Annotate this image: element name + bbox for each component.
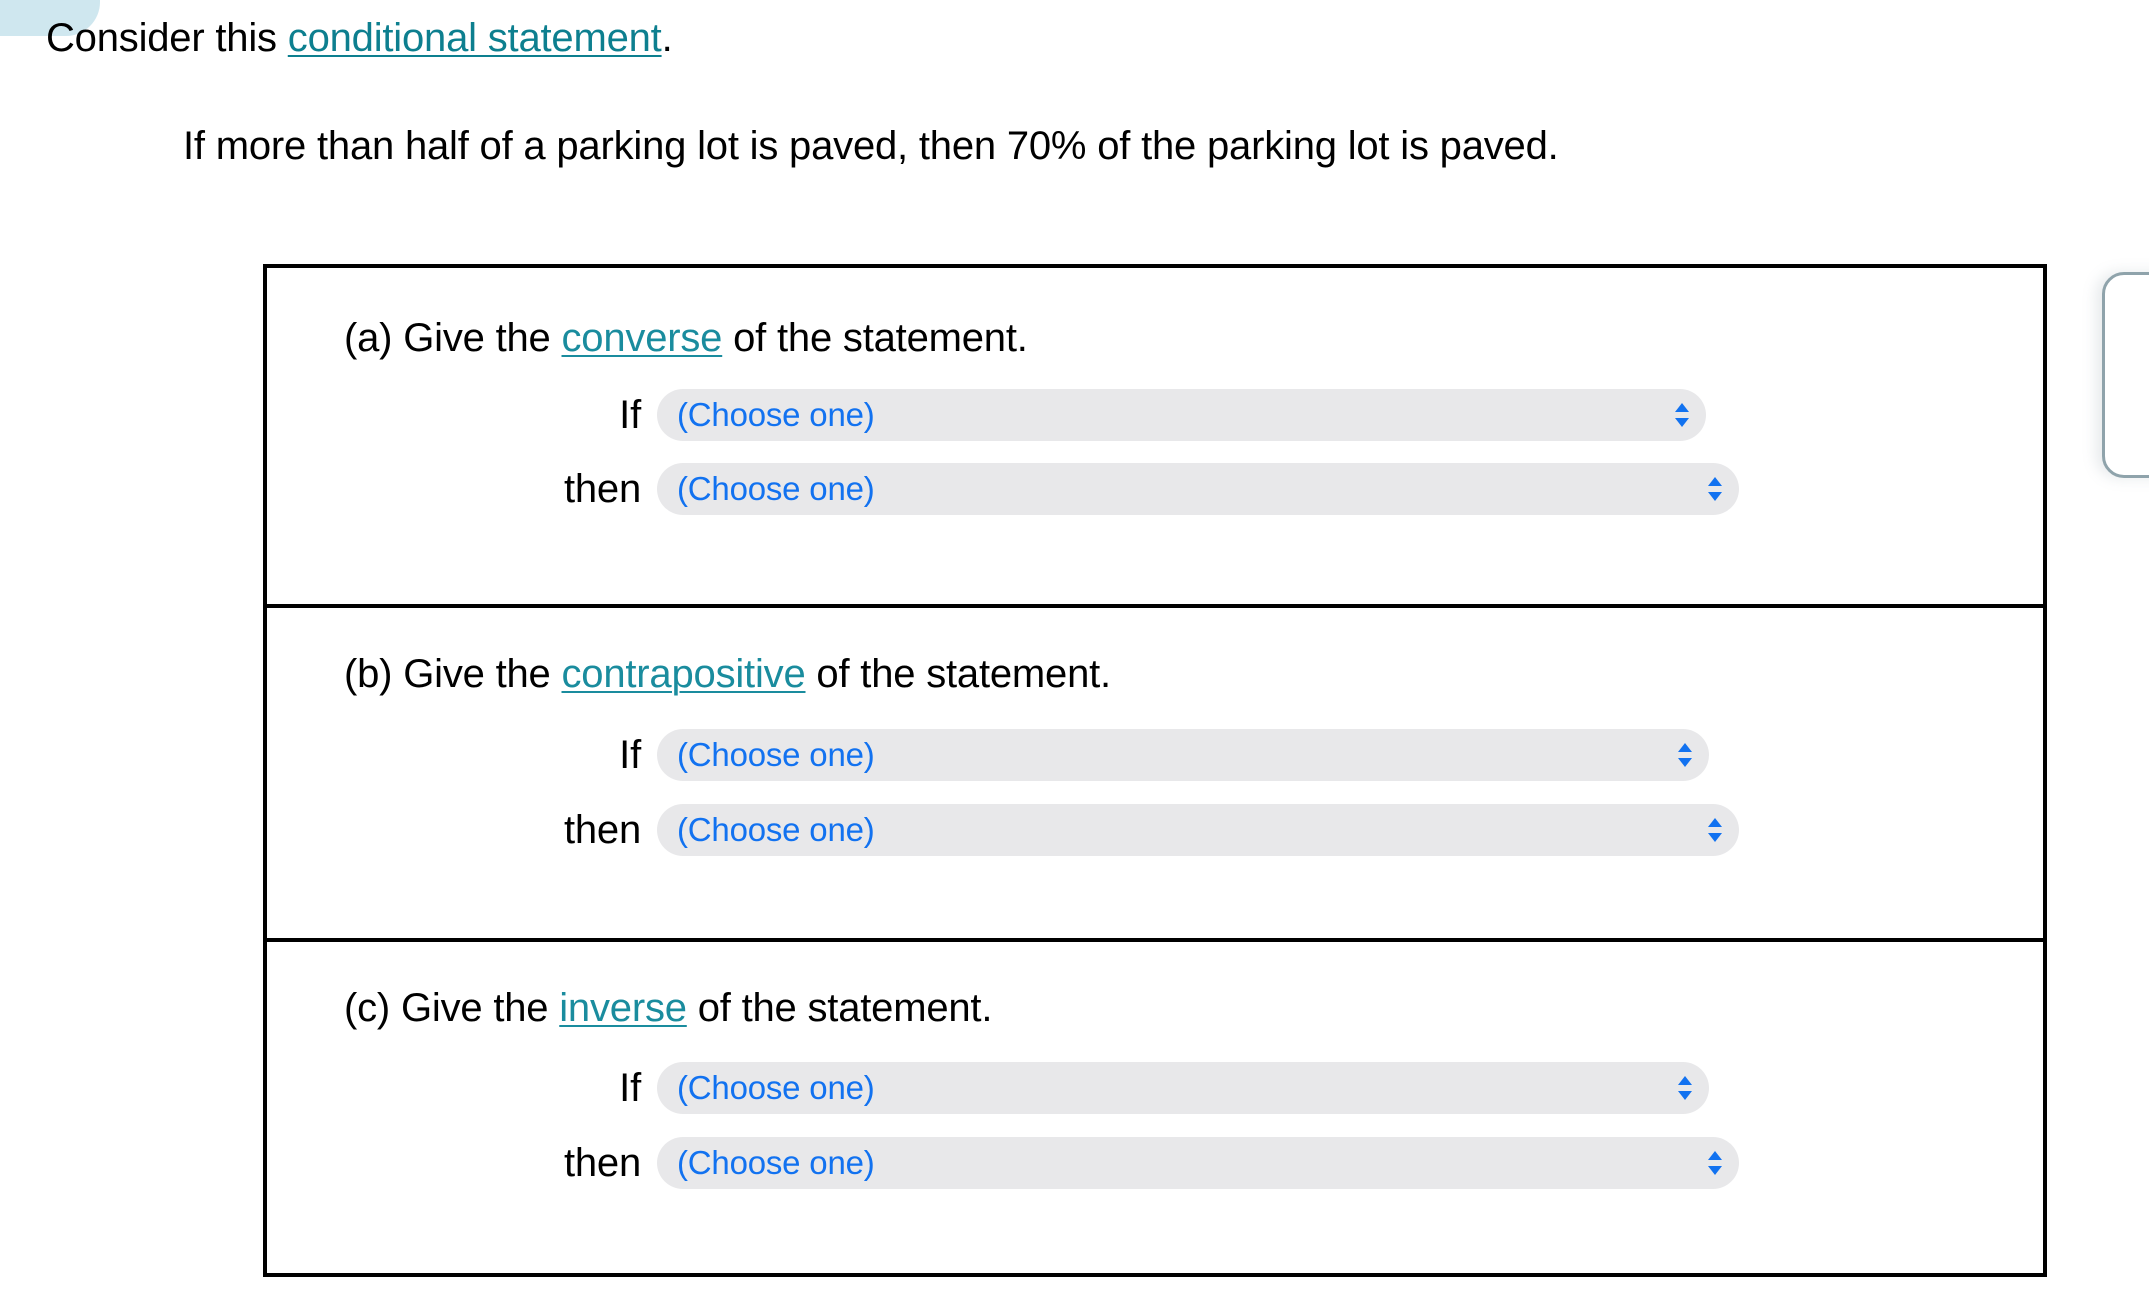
- chevron-up-down-icon: [1708, 1151, 1722, 1175]
- part-b-then-select-value: (Choose one): [677, 811, 875, 848]
- part-c-heading: (c) Give the inverse of the statement.: [344, 986, 992, 1031]
- part-b-if-select[interactable]: (Choose one): [657, 729, 1709, 781]
- conditional-statement-text: If more than half of a parking lot is pa…: [183, 124, 1559, 168]
- intro-trailing-text: .: [661, 16, 673, 60]
- part-a-heading: (a) Give the converse of the statement.: [344, 316, 1028, 361]
- part-b-if-select-value: (Choose one): [677, 736, 875, 773]
- part-b-then-select[interactable]: (Choose one): [657, 804, 1739, 856]
- intro-sentence: Consider this conditional statement.: [46, 16, 673, 61]
- part-c-marker: (c): [344, 986, 391, 1030]
- part-c-if-select-value: (Choose one): [677, 1069, 875, 1106]
- answer-box: (a) Give the converse of the statement. …: [263, 264, 2047, 1277]
- part-b-heading-after: of the statement.: [805, 652, 1111, 696]
- part-a-then-row: then (Choose one): [481, 463, 1739, 515]
- part-c-if-label: If: [619, 1065, 641, 1110]
- part-a-if-select-value: (Choose one): [677, 396, 875, 433]
- intro-lead-text: Consider this: [46, 16, 288, 60]
- question-part-b: (b) Give the contrapositive of the state…: [267, 604, 2043, 938]
- part-a-then-label: then: [563, 466, 641, 511]
- side-popup-panel[interactable]: [2102, 272, 2149, 478]
- chevron-up-down-icon: [1678, 1076, 1692, 1100]
- part-b-then-row: then (Choose one): [481, 804, 1739, 856]
- part-c-then-select-value: (Choose one): [677, 1144, 875, 1181]
- part-b-marker: (b): [344, 652, 393, 696]
- chevron-up-down-icon: [1675, 403, 1689, 427]
- part-b-heading: (b) Give the contrapositive of the state…: [344, 652, 1111, 697]
- part-b-then-label: then: [563, 807, 641, 852]
- chevron-up-down-icon: [1708, 818, 1722, 842]
- contrapositive-link[interactable]: contrapositive: [562, 652, 806, 696]
- part-c-then-select[interactable]: (Choose one): [657, 1137, 1739, 1189]
- conditional-statement-link[interactable]: conditional statement: [288, 16, 662, 60]
- question-part-c: (c) Give the inverse of the statement. I…: [267, 938, 2043, 1273]
- part-b-heading-before: Give the: [403, 652, 562, 696]
- chevron-up-down-icon: [1708, 477, 1722, 501]
- inverse-link[interactable]: inverse: [559, 986, 687, 1030]
- part-c-if-row: If (Choose one): [549, 1062, 1709, 1114]
- part-a-then-select-value: (Choose one): [677, 470, 875, 507]
- part-a-heading-after: of the statement.: [722, 316, 1028, 360]
- part-c-heading-after: of the statement.: [686, 986, 993, 1030]
- part-a-if-select[interactable]: (Choose one): [657, 389, 1706, 441]
- part-a-heading-before: Give the: [403, 316, 562, 360]
- part-b-if-label: If: [619, 732, 641, 777]
- chevron-up-down-icon: [1678, 743, 1692, 767]
- part-b-if-row: If (Choose one): [549, 729, 1709, 781]
- part-c-then-row: then (Choose one): [481, 1137, 1739, 1189]
- part-a-if-label: If: [619, 392, 641, 437]
- part-a-then-select[interactable]: (Choose one): [657, 463, 1739, 515]
- part-a-marker: (a): [344, 316, 393, 360]
- part-c-if-select[interactable]: (Choose one): [657, 1062, 1709, 1114]
- part-c-heading-before: Give the: [400, 986, 560, 1030]
- question-part-a: (a) Give the converse of the statement. …: [267, 268, 2043, 604]
- part-c-then-label: then: [563, 1140, 641, 1185]
- part-a-if-row: If (Choose one): [549, 389, 1706, 441]
- converse-link[interactable]: converse: [562, 316, 723, 360]
